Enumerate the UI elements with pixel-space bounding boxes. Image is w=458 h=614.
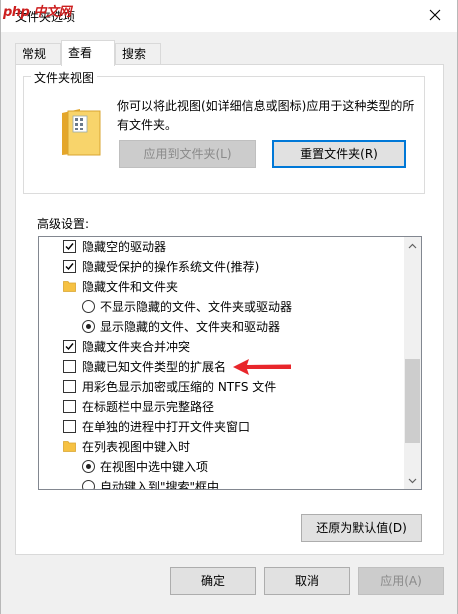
title-bar: 文件夹选项 php 中文网 xyxy=(1,0,457,32)
checkbox[interactable] xyxy=(63,340,76,353)
annotation-arrow-icon xyxy=(233,359,291,375)
folder-views-title: 文件夹视图 xyxy=(31,69,98,86)
folder-large-icon xyxy=(62,109,101,156)
item-label: 隐藏文件和文件夹 xyxy=(82,280,179,294)
restore-defaults-button[interactable]: 还原为默认值(D) xyxy=(301,514,422,542)
folder-options-dialog: 文件夹选项 php 中文网 常规 查看 搜索 文件夹视图 你可以将此视图(如详细… xyxy=(0,0,458,614)
scroll-down-button[interactable] xyxy=(404,472,421,489)
checkbox[interactable] xyxy=(63,400,76,413)
advanced-settings-list[interactable]: 隐藏空的驱动器 隐藏受保护的操作系统文件(推荐) 隐藏文件和文件夹 不显示隐藏的… xyxy=(38,236,422,490)
folder-views-group: 文件夹视图 你可以将此视图(如详细信息或图标)应用于这种类型的所有文件夹。 应用… xyxy=(23,69,425,194)
folder-icon xyxy=(63,441,76,452)
checkbox[interactable] xyxy=(63,240,76,253)
close-icon xyxy=(429,9,441,21)
item-label: 不显示隐藏的文件、文件夹或驱动器 xyxy=(100,300,293,314)
item-label: 在标题栏中显示完整路径 xyxy=(82,400,215,414)
checkmark-icon xyxy=(65,343,74,351)
checkbox[interactable] xyxy=(63,420,76,433)
checkmark-icon xyxy=(65,243,74,251)
tab-general[interactable]: 常规 xyxy=(15,43,61,65)
item-label: 隐藏已知文件类型的扩展名 xyxy=(82,360,227,374)
reset-folders-button[interactable]: 重置文件夹(R) xyxy=(272,140,406,168)
checkbox[interactable] xyxy=(63,360,76,373)
item-label: 自动键入到"搜索"框中 xyxy=(100,480,220,490)
folder-views-description: 你可以将此视图(如详细信息或图标)应用于这种类型的所有文件夹。 xyxy=(117,99,415,132)
tab-search[interactable]: 搜索 xyxy=(115,43,161,65)
ok-button[interactable]: 确定 xyxy=(170,567,256,595)
chevron-up-icon xyxy=(408,243,417,248)
watermark: php 中文网 xyxy=(3,5,71,20)
checkmark-icon xyxy=(65,263,74,271)
item-label: 隐藏受保护的操作系统文件(推荐) xyxy=(82,260,260,274)
scroll-thumb[interactable] xyxy=(405,359,420,443)
checkbox[interactable] xyxy=(63,380,76,393)
vertical-scrollbar[interactable] xyxy=(404,237,421,489)
item-label: 在列表视图中键入时 xyxy=(82,440,191,454)
radio-button[interactable] xyxy=(82,320,95,333)
folder-icon xyxy=(63,281,76,292)
chevron-down-icon xyxy=(408,478,417,483)
advanced-settings-label: 高级设置: xyxy=(37,217,90,231)
item-label: 隐藏空的驱动器 xyxy=(82,240,167,254)
close-button[interactable] xyxy=(423,4,447,26)
scroll-up-button[interactable] xyxy=(404,237,421,254)
radio-button[interactable] xyxy=(82,460,95,473)
apply-button[interactable]: 应用(A) xyxy=(358,567,444,595)
item-label: 显示隐藏的文件、文件夹和驱动器 xyxy=(100,320,281,334)
apply-to-folders-button[interactable]: 应用到文件夹(L) xyxy=(119,140,256,168)
radio-button[interactable] xyxy=(82,300,95,313)
item-label: 隐藏文件夹合并冲突 xyxy=(82,340,191,354)
radio-button[interactable] xyxy=(82,480,95,489)
item-label: 在单独的进程中打开文件夹窗口 xyxy=(82,420,251,434)
item-label: 用彩色显示加密或压缩的 NTFS 文件 xyxy=(82,380,277,394)
checkbox[interactable] xyxy=(63,260,76,273)
item-label: 在视图中选中键入项 xyxy=(100,460,209,474)
cancel-button[interactable]: 取消 xyxy=(264,567,350,595)
tab-view[interactable]: 查看 xyxy=(61,40,115,66)
